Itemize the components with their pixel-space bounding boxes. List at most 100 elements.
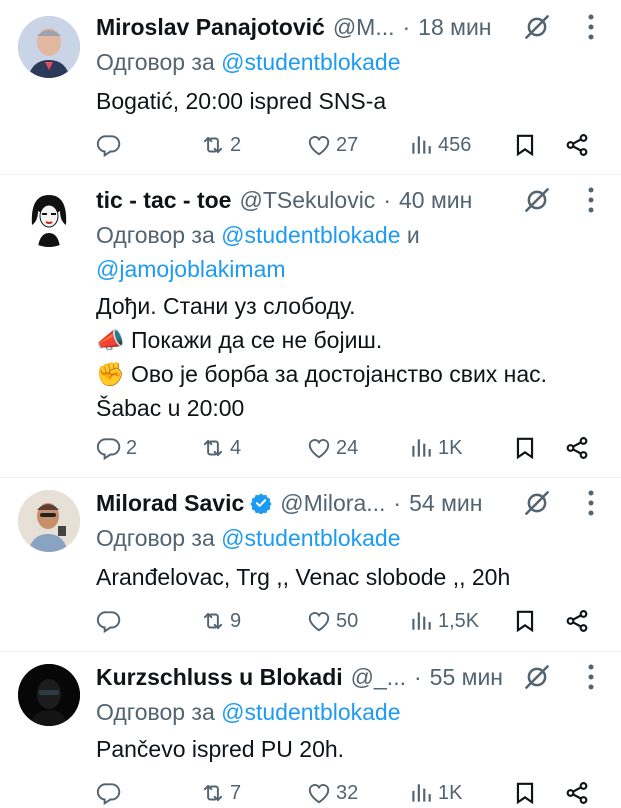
bookmark-icon: [512, 780, 538, 806]
like-button[interactable]: 32: [306, 778, 358, 808]
reply-prefix: Одговор за: [96, 222, 215, 248]
reply-count: 2: [126, 436, 138, 459]
more-icon[interactable]: [582, 12, 600, 42]
share-button[interactable]: [564, 606, 590, 636]
retweet-button[interactable]: 4: [200, 433, 241, 463]
author-name[interactable]: Milorad Savic: [96, 490, 244, 517]
avatar[interactable]: [18, 16, 80, 78]
more-icon[interactable]: [582, 185, 600, 215]
tweet-text-line: Дођи. Стани уз слободу.: [96, 293, 356, 319]
avatar-photo: [18, 490, 80, 552]
views-icon: [408, 435, 434, 461]
verified-badge-icon: [250, 493, 272, 514]
like-button[interactable]: 24: [306, 433, 358, 463]
tweet-text-line: 📣 Покажи да се не бојиш.: [96, 327, 383, 353]
author-handle[interactable]: @Milora...: [280, 490, 385, 517]
views-button[interactable]: 1K: [408, 433, 462, 463]
like-count: 27: [336, 133, 359, 156]
tweet-text: Aranđelovac, Trg ,, Venac slobode ,, 20h: [96, 564, 511, 590]
retweet-button[interactable]: 9: [200, 606, 241, 636]
tweet-text-line: ✊ Ово је борба за достојанство свих нас.: [96, 361, 548, 387]
mention-link[interactable]: @studentblokade: [221, 49, 400, 75]
views-count: 1K: [438, 781, 463, 804]
views-button[interactable]: 1K: [408, 778, 462, 808]
heart-icon: [306, 435, 332, 461]
reply-button[interactable]: [96, 130, 126, 160]
mention-link[interactable]: @studentblokade: [221, 525, 400, 551]
grok-icon[interactable]: [522, 185, 552, 215]
avatar[interactable]: [18, 185, 80, 247]
share-icon: [564, 132, 590, 158]
bookmark-button[interactable]: [512, 130, 538, 160]
separator-dot: ·: [383, 186, 391, 213]
like-button[interactable]: 50: [306, 606, 358, 636]
share-button[interactable]: [564, 433, 590, 463]
views-button[interactable]: 456: [408, 130, 471, 160]
retweet-count: 4: [230, 436, 242, 459]
bookmark-button[interactable]: [512, 778, 538, 808]
author-name[interactable]: Miroslav Panajotović: [96, 14, 325, 41]
timestamp[interactable]: 18 мин: [418, 14, 491, 41]
views-icon: [408, 132, 434, 158]
views-button[interactable]: 1,5K: [408, 606, 479, 636]
views-count: 1K: [438, 436, 463, 459]
author-handle[interactable]: @M...: [333, 14, 395, 41]
reply-button[interactable]: [96, 606, 126, 636]
like-count: 50: [336, 609, 359, 632]
tweet-text: Pančevo ispred PU 20h.: [96, 736, 345, 762]
mention-link[interactable]: @studentblokade: [221, 699, 400, 725]
share-button[interactable]: [564, 778, 590, 808]
retweet-icon: [200, 435, 226, 461]
author-name[interactable]: Kurzschluss u Blokadi: [96, 664, 343, 691]
author-name[interactable]: tic - tac - toe: [96, 187, 231, 214]
like-count: 24: [336, 436, 359, 459]
retweet-count: 2: [230, 133, 242, 156]
reply-button[interactable]: 2: [96, 433, 137, 463]
tweet-4[interactable]: Kurzschluss u Blokadi @_... · 55 мин Одг…: [0, 652, 621, 800]
more-icon[interactable]: [582, 488, 600, 518]
avatar[interactable]: [18, 490, 80, 552]
separator-dot: ·: [402, 13, 411, 40]
tweet-3[interactable]: Milorad Savic @Milora... · 54 мин Одгово…: [0, 478, 621, 652]
avatar-photo: [18, 16, 80, 78]
grok-icon[interactable]: [522, 662, 552, 692]
grok-icon[interactable]: [522, 12, 552, 42]
reply-prefix: Одговор за: [96, 49, 215, 75]
tweet-1[interactable]: Miroslav Panajotović @M... · 18 мин Одго…: [0, 0, 621, 175]
reply-icon: [96, 132, 122, 158]
like-button[interactable]: 27: [306, 130, 358, 160]
more-icon[interactable]: [582, 662, 600, 692]
retweet-button[interactable]: 7: [200, 778, 241, 808]
retweet-button[interactable]: 2: [200, 130, 241, 160]
heart-icon: [306, 608, 332, 634]
views-icon: [408, 608, 434, 634]
mention-link[interactable]: @jamojoblakimam: [96, 256, 286, 282]
reply-prefix: Одговор за: [96, 699, 215, 725]
reply-prefix: Одговор за: [96, 525, 215, 551]
timestamp[interactable]: 54 мин: [409, 490, 482, 517]
timestamp[interactable]: 40 мин: [399, 187, 472, 214]
share-button[interactable]: [564, 130, 590, 160]
avatar-photo: [18, 664, 80, 726]
author-handle[interactable]: @_...: [351, 664, 406, 691]
tweet-2[interactable]: tic - tac - toe @TSekulovic · 40 мин Одг…: [0, 175, 621, 478]
bookmark-button[interactable]: [512, 433, 538, 463]
retweet-icon: [200, 608, 226, 634]
author-handle[interactable]: @TSekulovic: [239, 187, 375, 214]
heart-icon: [306, 780, 332, 806]
separator-dot: ·: [393, 489, 402, 516]
bookmark-icon: [512, 608, 538, 634]
mention-link[interactable]: @studentblokade: [221, 222, 400, 248]
retweet-count: 9: [230, 609, 242, 632]
share-icon: [564, 780, 590, 806]
retweet-icon: [200, 780, 226, 806]
bookmark-button[interactable]: [512, 606, 538, 636]
timestamp[interactable]: 55 мин: [430, 664, 503, 691]
bookmark-icon: [512, 435, 538, 461]
tweet-text: Bogatić, 20:00 ispred SNS-a: [96, 88, 387, 114]
retweet-icon: [200, 132, 226, 158]
avatar[interactable]: [18, 664, 80, 726]
grok-icon[interactable]: [522, 488, 552, 518]
reply-button[interactable]: [96, 778, 126, 808]
avatar-photo: [18, 185, 80, 247]
